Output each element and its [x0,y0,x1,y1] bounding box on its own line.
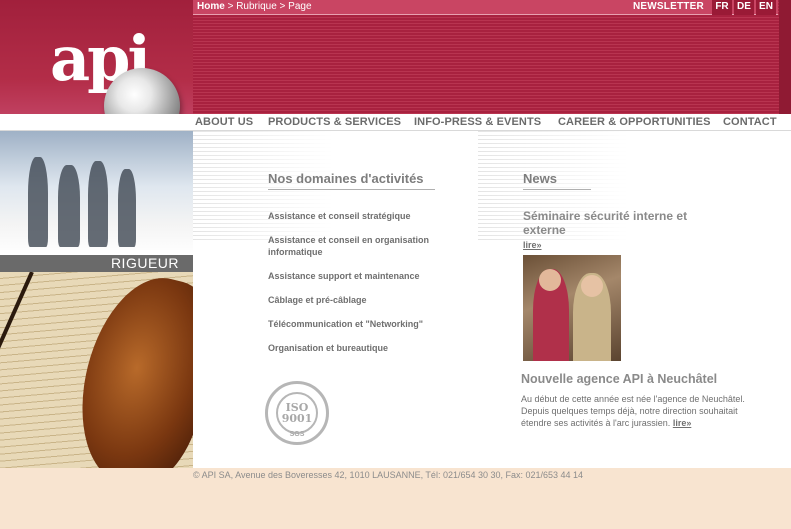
breadcrumb: Home > Rubrique > Page [197,1,312,12]
domain-link-telecom-networking[interactable]: Télécommunication et "Networking" [268,318,468,330]
news-item-seminar-title[interactable]: Séminaire sécurité interne et externe [523,209,723,237]
domain-link-strategic[interactable]: Assistance et conseil stratégique [268,210,468,222]
newsletter-link[interactable]: NEWSLETTER [633,1,704,12]
breadcrumb-home-link[interactable]: Home [197,1,225,12]
language-fr-button[interactable]: FR [712,0,732,15]
domains-heading-underline [268,189,435,190]
news-item-neuchatel-body: Au début de cette année est née l'agence… [521,394,745,428]
violin-shape [62,272,193,468]
page: Home > Rubrique > Page NEWSLETTER FR DE … [0,0,791,529]
violin-bow [0,272,34,468]
rigueur-caption: RIGUEUR [110,255,179,271]
language-de-button[interactable]: DE [734,0,754,15]
news-heading: News [523,171,557,186]
top-bar: Home > Rubrique > Page NEWSLETTER FR DE … [193,0,778,15]
footer-address: © API SA, Avenue des Boveresses 42, 1010… [193,470,584,480]
people-silhouettes-image [0,131,193,255]
iso-badge-sgs: SGS [289,431,305,438]
domains-heading: Nos domaines d'activités [268,171,424,186]
language-en-button[interactable]: EN [756,0,776,15]
domain-link-it-organisation[interactable]: Assistance et conseil en organisation in… [268,234,468,258]
domain-link-support-maintenance[interactable]: Assistance support et maintenance [268,270,468,282]
domain-link-office-organisation[interactable]: Organisation et bureautique [268,342,468,354]
nav-career-opportunities[interactable]: CAREER & OPPORTUNITIES [558,116,711,128]
nav-products-services[interactable]: PRODUCTS & SERVICES [268,116,401,128]
breadcrumb-path: > Rubrique > Page [224,1,312,12]
main-nav: ABOUT US PRODUCTS & SERVICES INFO-PRESS … [0,114,791,131]
news-heading-underline [523,189,591,190]
rigueur-caption-bar: RIGUEUR [0,255,193,272]
content-area: Nos domaines d'activités Assistance et c… [193,131,791,468]
decorative-stripes-left [193,131,333,241]
nav-contact[interactable]: CONTACT [723,116,777,128]
violin-sheet-music-image [0,272,193,468]
news-item-neuchatel-read-more[interactable]: lire» [673,418,692,428]
nav-info-press-events[interactable]: INFO-PRESS & EVENTS [414,116,541,128]
nav-about-us[interactable]: ABOUT US [195,116,253,128]
header-right-strip [779,0,791,114]
iso-badge-text: ISO 9001 [281,401,313,425]
iso-9001-badge: ISO 9001 SGS [265,381,329,445]
news-item-seminar-read-more[interactable]: lire» [523,240,542,250]
seminar-photo[interactable] [523,255,621,361]
domain-link-cabling[interactable]: Câblage et pré-câblage [268,294,468,306]
news-item-neuchatel-title[interactable]: Nouvelle agence API à Neuchâtel [521,372,717,386]
